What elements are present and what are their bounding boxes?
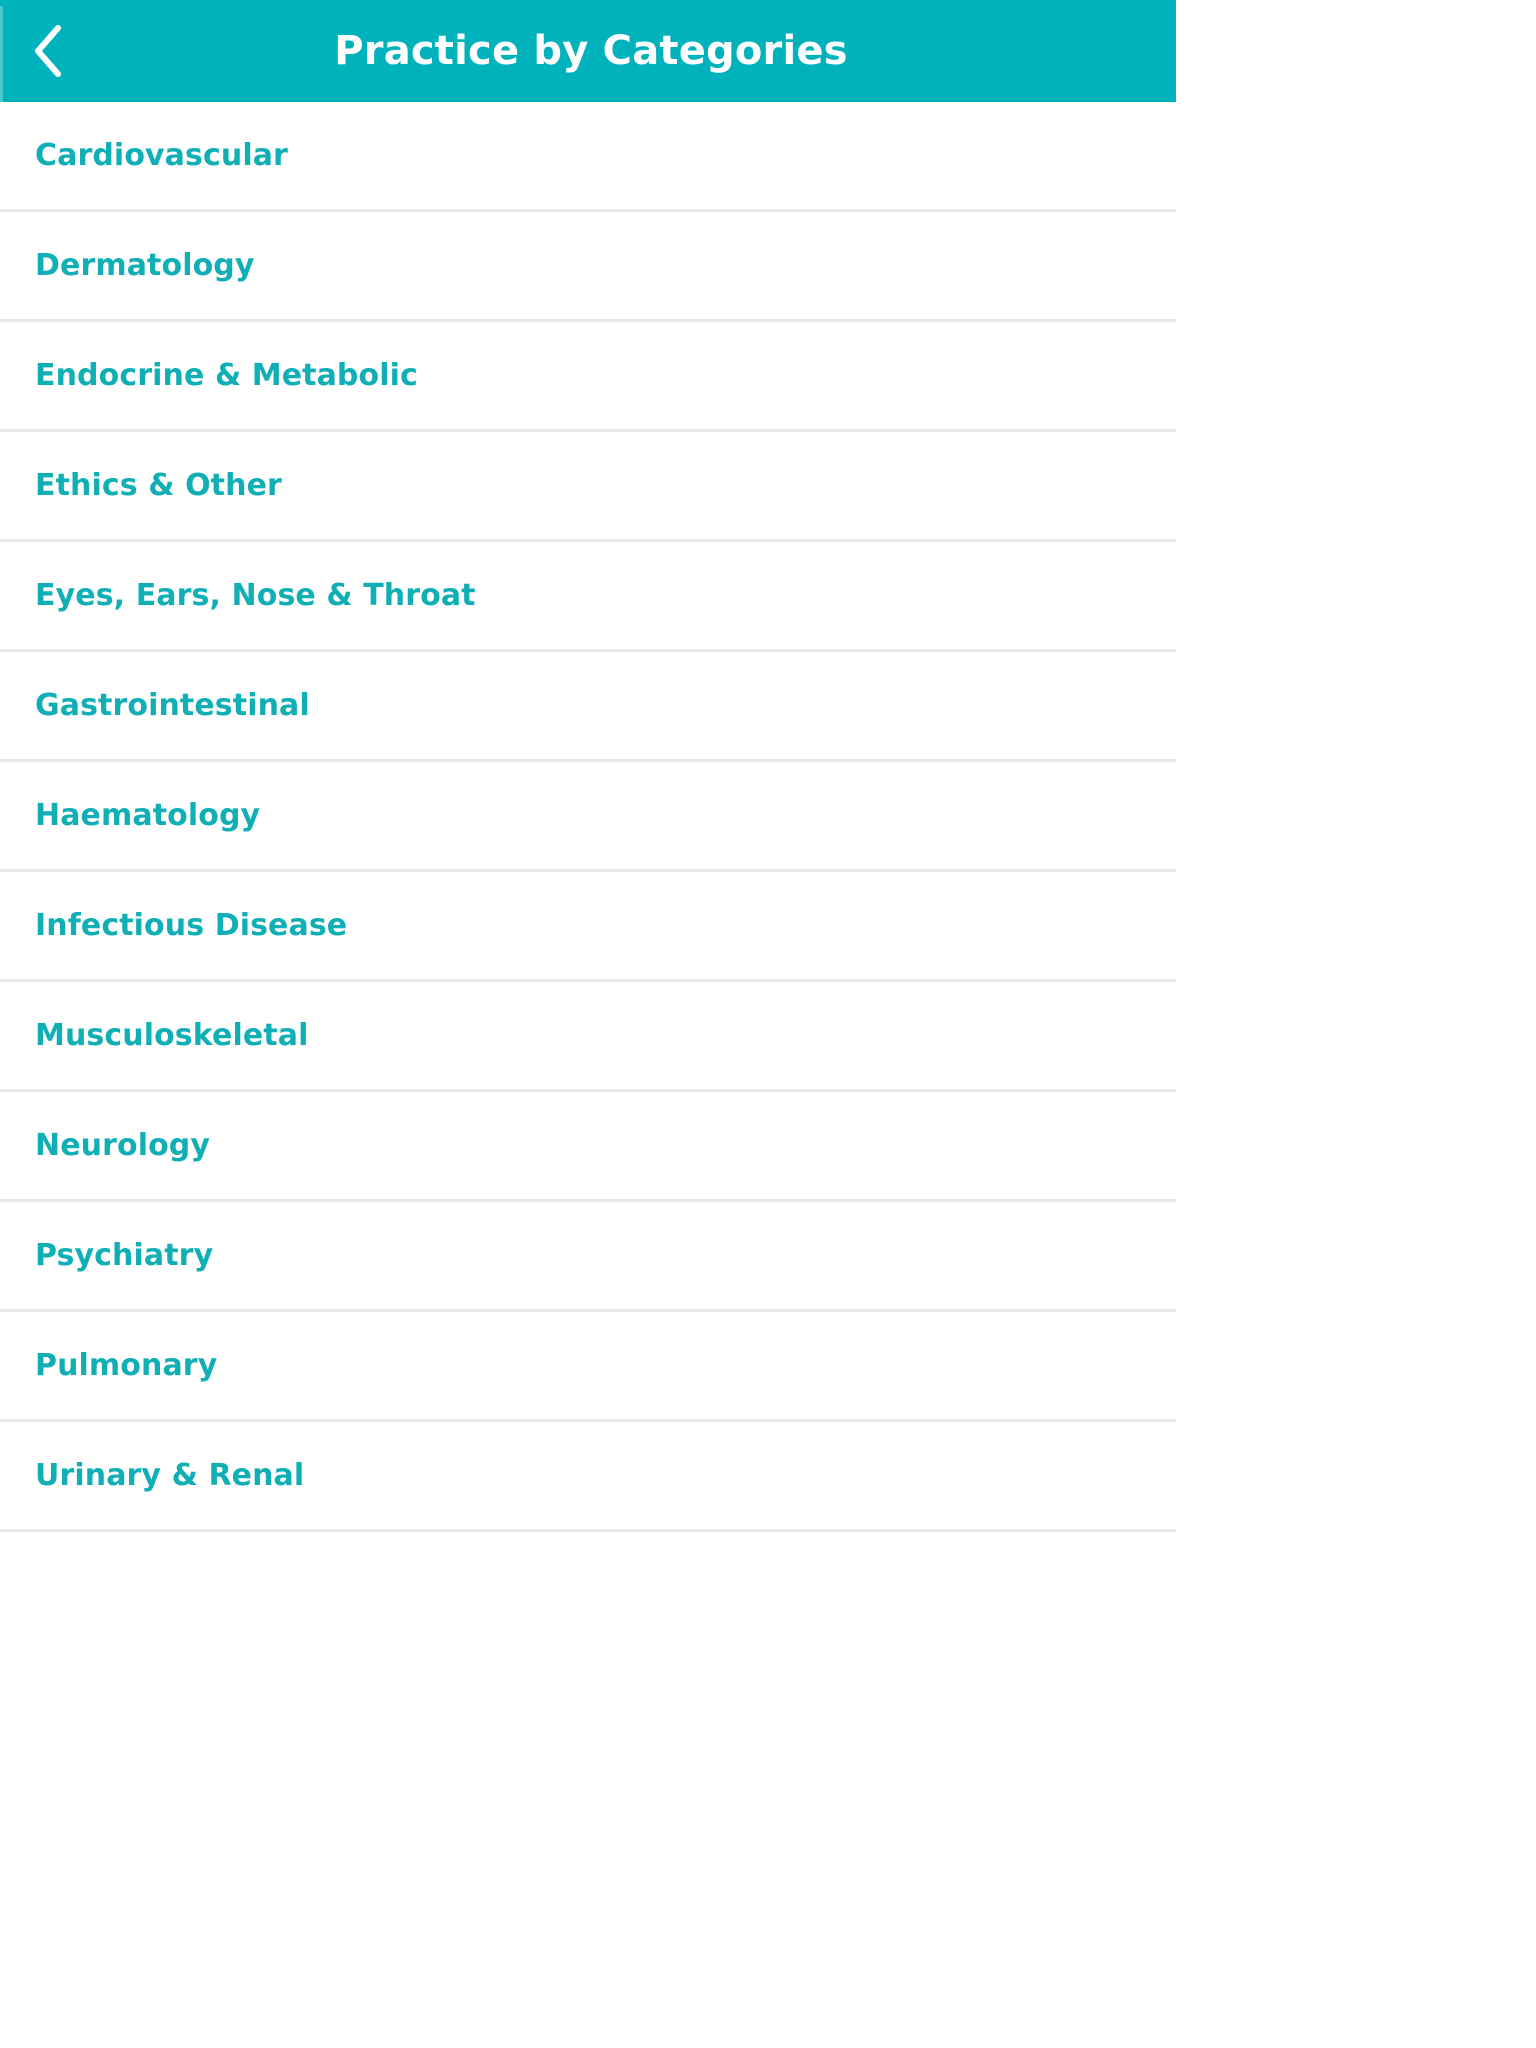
list-item-label: Endocrine & Metabolic <box>35 358 418 393</box>
page-title: Practice by Categories <box>334 28 848 74</box>
list-item-label: Gastrointestinal <box>35 688 310 723</box>
app-header: Practice by Categories <box>0 0 1176 102</box>
list-item[interactable]: Eyes, Ears, Nose & Throat <box>0 542 1176 652</box>
list-item-label: Psychiatry <box>35 1238 214 1273</box>
list-item[interactable]: Endocrine & Metabolic <box>0 322 1176 432</box>
list-item-label: Musculoskeletal <box>35 1018 309 1053</box>
list-item[interactable]: Infectious Disease <box>0 872 1176 982</box>
list-item-label: Urinary & Renal <box>35 1458 305 1493</box>
back-button[interactable] <box>0 0 96 102</box>
list-item-label: Dermatology <box>35 248 255 283</box>
list-item[interactable]: Urinary & Renal <box>0 1422 1176 1532</box>
list-item[interactable]: Pulmonary <box>0 1312 1176 1422</box>
list-item-label: Pulmonary <box>35 1348 218 1383</box>
list-item[interactable]: Neurology <box>0 1092 1176 1202</box>
list-item-label: Cardiovascular <box>35 138 288 173</box>
list-item-label: Infectious Disease <box>35 908 348 943</box>
list-item[interactable]: Ethics & Other <box>0 432 1176 542</box>
list-item[interactable]: Haematology <box>0 762 1176 872</box>
list-item[interactable]: Musculoskeletal <box>0 982 1176 1092</box>
list-item[interactable]: Dermatology <box>0 212 1176 322</box>
list-item[interactable]: Cardiovascular <box>0 102 1176 212</box>
list-item-label: Ethics & Other <box>35 468 282 503</box>
chevron-left-icon <box>31 23 65 79</box>
list-item-label: Eyes, Ears, Nose & Throat <box>35 578 476 613</box>
list-item-label: Neurology <box>35 1128 211 1163</box>
category-list: Cardiovascular Dermatology Endocrine & M… <box>0 102 1176 1532</box>
list-item[interactable]: Gastrointestinal <box>0 652 1176 762</box>
app-screen: Practice by Categories Cardiovascular De… <box>0 0 1176 2048</box>
list-item-label: Haematology <box>35 798 261 833</box>
list-item[interactable]: Psychiatry <box>0 1202 1176 1312</box>
